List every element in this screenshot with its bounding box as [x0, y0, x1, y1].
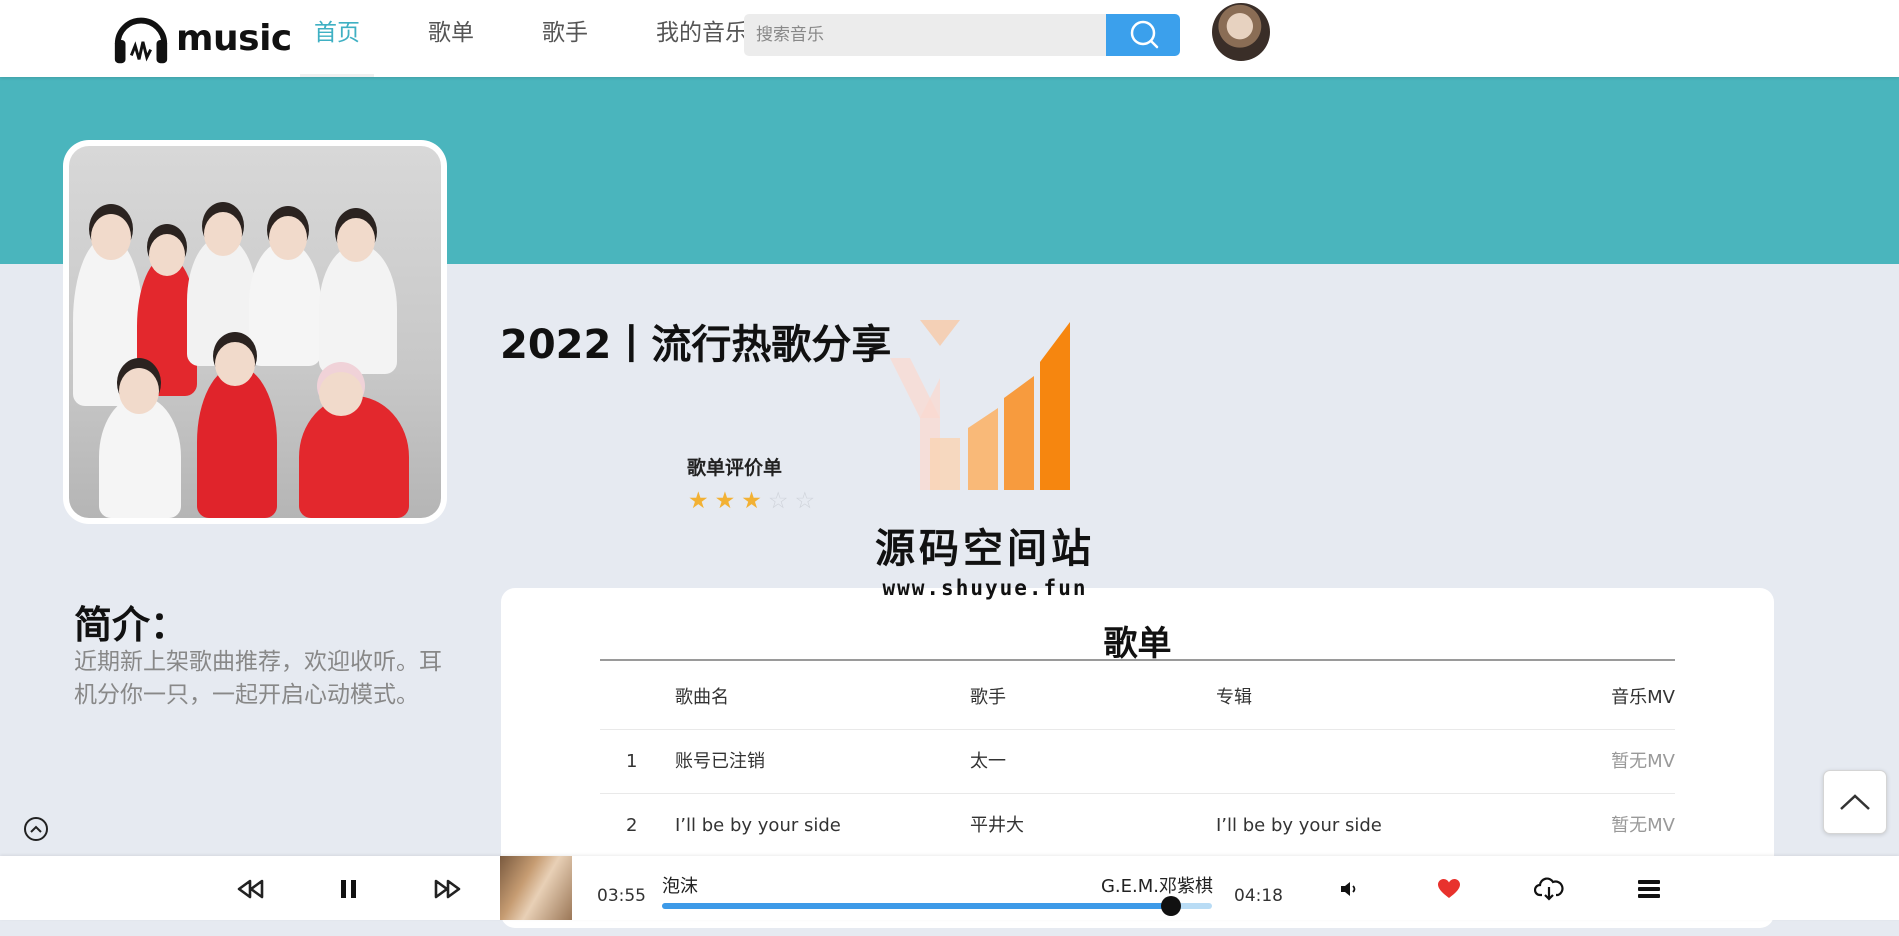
pause-icon	[341, 880, 356, 898]
progress-fill	[662, 903, 1172, 909]
star-icon[interactable]: ★	[715, 488, 742, 514]
volume-button[interactable]	[1333, 872, 1367, 906]
search-button[interactable]	[1106, 14, 1180, 56]
site-logo[interactable]: music	[110, 6, 292, 70]
now-playing-song: 泡沫	[662, 876, 698, 897]
watermark-logo-icon	[890, 320, 1070, 490]
star-empty-icon[interactable]: ☆	[768, 488, 795, 514]
like-button[interactable]	[1432, 872, 1466, 906]
col-song-name: 歌曲名	[675, 687, 729, 708]
heart-icon	[1438, 879, 1460, 898]
star-empty-icon[interactable]: ☆	[795, 488, 822, 514]
intro-heading: 简介：	[74, 603, 189, 647]
song-album[interactable]: I’ll be by your side	[1216, 794, 1382, 857]
table-header: 歌曲名 歌手 专辑 音乐MV	[600, 666, 1675, 730]
music-player: 03:55 泡沫 G.E.M.邓紫棋 04:18	[0, 856, 1899, 920]
progress-bar[interactable]	[662, 896, 1212, 916]
fast-forward-icon	[434, 879, 461, 899]
search-bar	[744, 14, 1180, 56]
table-row[interactable]: 2 I’ll be by your side 平井大 I’ll be by yo…	[600, 794, 1675, 858]
song-name[interactable]: I’ll be by your side	[675, 794, 841, 857]
back-to-top-button[interactable]	[1823, 770, 1887, 834]
user-avatar[interactable]	[1212, 3, 1270, 61]
rewind-icon	[237, 879, 264, 899]
col-mv: 音乐MV	[1611, 687, 1675, 708]
row-index: 1	[626, 751, 638, 772]
row-index: 2	[626, 815, 638, 836]
watermark: 源码空间站 www.shuyue.fun	[835, 318, 1135, 600]
progress-handle[interactable]	[1161, 896, 1182, 916]
album-art	[500, 856, 572, 920]
volume-icon	[1341, 882, 1356, 896]
cloud-download-icon	[1534, 877, 1564, 901]
watermark-url: www.shuyue.fun	[882, 576, 1088, 600]
current-time: 03:55	[597, 886, 646, 906]
divider	[600, 659, 1675, 661]
song-artist[interactable]: 平井大	[970, 794, 1024, 857]
download-button[interactable]	[1532, 872, 1566, 906]
chevron-up-icon	[1840, 794, 1870, 810]
nav-playlists[interactable]: 歌单	[414, 0, 488, 77]
rating-label: 歌单评价单	[687, 457, 783, 479]
playlist-menu-button[interactable]	[1632, 872, 1666, 906]
nav-singers[interactable]: 歌手	[528, 0, 602, 77]
collapse-up-icon[interactable]	[24, 817, 48, 841]
top-header: music 首页 歌单 歌手 我的音乐	[0, 0, 1899, 77]
main-nav: 首页 歌单 歌手 我的音乐	[300, 0, 802, 77]
next-button[interactable]	[431, 872, 465, 906]
song-mv: 暂无MV	[1611, 751, 1675, 772]
menu-icon	[1638, 880, 1660, 898]
search-input[interactable]	[744, 14, 1106, 56]
prev-button[interactable]	[233, 872, 267, 906]
star-icon[interactable]: ★	[688, 488, 715, 514]
total-time: 04:18	[1234, 886, 1283, 906]
search-icon	[1130, 20, 1159, 49]
song-mv: 暂无MV	[1611, 815, 1675, 836]
pause-button[interactable]	[332, 872, 366, 906]
logo-text: music	[176, 17, 292, 59]
intro-text: 近期新上架歌曲推荐，欢迎收听。耳机分你一只，一起开启心动模式。	[74, 649, 442, 708]
now-playing-artist: G.E.M.邓紫棋	[1100, 876, 1213, 897]
cover-image	[69, 146, 441, 518]
watermark-title: 源码空间站	[875, 526, 1095, 572]
song-name[interactable]: 账号已注销	[675, 730, 765, 793]
table-row[interactable]: 1 账号已注销 太一 暂无MV	[600, 730, 1675, 794]
col-artist: 歌手	[970, 687, 1006, 708]
song-artist[interactable]: 太一	[970, 730, 1006, 793]
col-album: 专辑	[1216, 687, 1252, 708]
playlist-cover	[63, 140, 447, 524]
star-icon[interactable]: ★	[741, 488, 768, 514]
song-list-title: 歌单	[1103, 624, 1172, 664]
nav-home[interactable]: 首页	[300, 0, 374, 77]
playlist-title: 2022丨流行热歌分享	[500, 322, 892, 368]
headphones-icon	[114, 17, 168, 64]
rating-stars[interactable]: ★★★☆☆	[688, 488, 821, 514]
